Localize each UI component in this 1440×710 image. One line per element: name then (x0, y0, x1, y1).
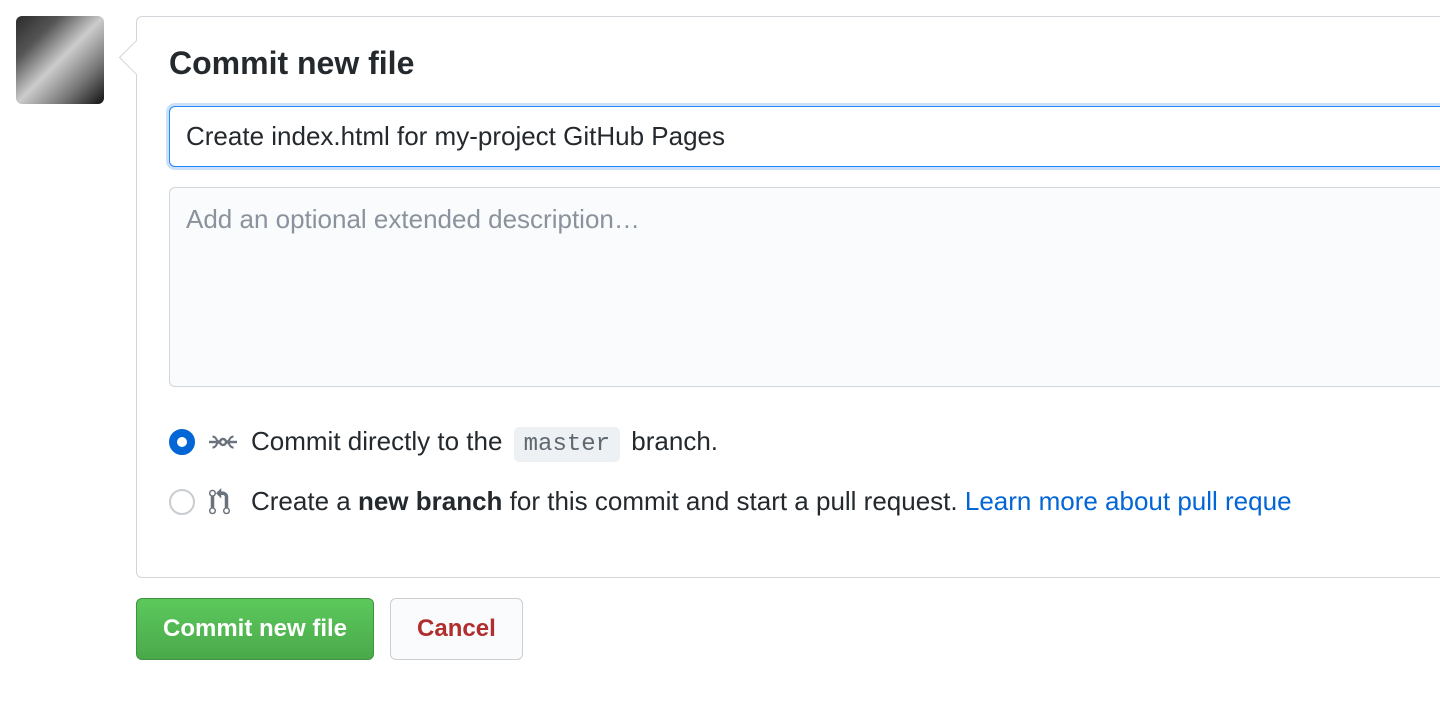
option-commit-direct[interactable]: Commit directly to the master branch. (169, 426, 1440, 458)
git-commit-icon (209, 428, 237, 456)
commit-description-input[interactable] (169, 187, 1440, 387)
git-pull-request-icon (209, 488, 237, 516)
opt-nb-t1: Create a (251, 486, 358, 516)
option-new-branch[interactable]: Create a new branch for this commit and … (169, 486, 1440, 517)
avatar[interactable] (16, 16, 104, 104)
radio-checked-icon[interactable] (169, 429, 195, 455)
opt-direct-suffix: branch. (631, 426, 718, 456)
cancel-button[interactable]: Cancel (390, 598, 523, 660)
commit-summary-input[interactable] (169, 106, 1440, 167)
commit-button[interactable]: Commit new file (136, 598, 374, 660)
branch-name-badge: master (514, 427, 620, 462)
commit-panel: Commit new file Commit directly to the (136, 16, 1440, 578)
panel-title: Commit new file (169, 45, 1440, 82)
learn-more-link[interactable]: Learn more about pull reque (965, 486, 1292, 516)
opt-nb-bold: new branch (358, 486, 502, 516)
opt-nb-t2: for this commit and start a pull request… (502, 486, 964, 516)
opt-direct-prefix: Commit directly to the (251, 426, 502, 456)
radio-unchecked-icon[interactable] (169, 489, 195, 515)
